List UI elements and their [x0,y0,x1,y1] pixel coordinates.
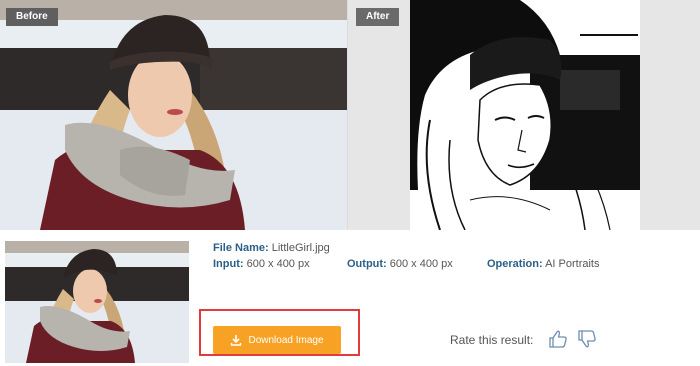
input-label: Input: [213,258,244,270]
thumbs-down-button[interactable] [577,329,597,349]
thumbs-down-icon [578,330,596,348]
thumbnail-photo [5,241,189,363]
after-sketch [410,0,640,230]
file-name-value: LittleGirl.jpg [271,242,330,254]
before-image-panel: Before [0,0,347,230]
input-size-row: Input: 600 x 400 px [213,258,310,270]
thumbs-up-button[interactable] [548,329,568,349]
after-label: After [356,8,400,26]
operation-label: Operation: [487,258,543,270]
output-label: Output: [347,258,387,270]
before-label: Before [6,8,58,26]
before-photo [0,0,347,230]
thumbs-up-icon [549,330,567,348]
operation-value: AI Portraits [545,258,600,270]
download-button-label: Download Image [248,334,324,346]
download-image-button[interactable]: Download Image [213,326,341,354]
download-icon [231,335,242,346]
output-size-row: Output: 600 x 400 px [347,258,453,270]
output-value: 600 x 400 px [389,258,453,270]
after-image-panel: After [347,0,700,230]
file-name-row: File Name: LittleGirl.jpg [213,242,330,254]
operation-row: Operation: AI Portraits [487,258,599,270]
file-name-label: File Name: [213,242,269,254]
input-value: 600 x 400 px [246,258,310,270]
rate-label: Rate this result: [450,333,534,347]
original-thumbnail [5,241,189,363]
